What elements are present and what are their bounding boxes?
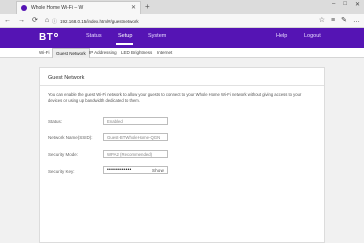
status-label: Status: — [48, 119, 63, 124]
nav-active-indicator — [116, 43, 133, 45]
setup-subnav: Wi-Fi Guest Network IP Addressing LED Br… — [0, 48, 364, 58]
network-name-field[interactable]: Guest-BTWholeHome-QGN — [103, 133, 168, 141]
more-icon[interactable]: … — [353, 16, 360, 26]
page-info-icon[interactable]: ⓘ — [52, 18, 57, 25]
minimize-icon[interactable]: – — [332, 1, 335, 8]
browser-tab[interactable]: Whole Home Wi-Fi – W ✕ — [16, 1, 141, 14]
close-window-icon[interactable]: ✕ — [355, 1, 360, 8]
browser-tab-bar: Whole Home Wi-Fi – W ✕ + – □ ✕ — [0, 0, 364, 14]
status-field[interactable]: Enabled — [103, 117, 168, 125]
subnav-guest-network[interactable]: Guest Network — [52, 48, 90, 58]
nav-status[interactable]: Status — [86, 33, 102, 39]
tab-close-icon[interactable]: ✕ — [131, 4, 136, 11]
new-tab-button[interactable]: + — [145, 2, 150, 11]
security-key-label: Security Key: — [48, 169, 75, 174]
window-controls: – □ ✕ — [332, 1, 360, 8]
subnav-ip-addressing[interactable]: IP Addressing — [89, 50, 117, 55]
hub-icon[interactable]: ≡ — [331, 16, 335, 26]
security-mode-field[interactable]: WPA2 (Recommended) — [103, 150, 168, 158]
forward-icon[interactable]: → — [18, 16, 25, 26]
url-field[interactable]: ⓘ 192.168.0.15/index.html#/guestnetwork — [52, 16, 282, 26]
guest-network-panel: Guest Network You can enable the guest W… — [39, 67, 325, 243]
reload-icon[interactable]: ⟳ — [32, 16, 38, 26]
logo-circle-icon — [54, 33, 59, 37]
nav-help[interactable]: Help — [276, 33, 287, 39]
network-name-label: Network Name(SSID): — [48, 135, 93, 140]
bt-logo[interactable]: BT — [39, 32, 59, 43]
nav-logout[interactable]: Logout — [304, 33, 321, 39]
bt-header: BT Status Setup System Help Logout — [0, 28, 364, 48]
tab-title: Whole Home Wi-Fi – W — [31, 5, 84, 11]
subnav-led-brightness[interactable]: LED Brightness — [121, 50, 152, 55]
maximize-icon[interactable]: □ — [343, 1, 347, 8]
show-key-button[interactable]: Show — [152, 168, 164, 173]
bt-favicon-icon — [21, 5, 27, 11]
security-key-field[interactable]: •••••••••••• Show — [103, 166, 168, 174]
browser-tools: ☆ ≡ ✎ … — [319, 16, 360, 26]
nav-system[interactable]: System — [148, 33, 166, 39]
back-icon[interactable]: ← — [4, 16, 11, 26]
nav-setup[interactable]: Setup — [118, 33, 132, 39]
subnav-wifi[interactable]: Wi-Fi — [39, 50, 50, 55]
panel-divider — [40, 85, 324, 86]
security-mode-label: Security Mode: — [48, 152, 79, 157]
panel-title: Guest Network — [48, 75, 85, 81]
panel-description: You can enable the guest Wi-Fi network t… — [48, 92, 302, 103]
browser-nav: ← → ⟳ ⌂ — [4, 16, 49, 26]
subnav-internet[interactable]: Internet — [157, 50, 172, 55]
favorite-icon[interactable]: ☆ — [319, 16, 325, 26]
home-icon[interactable]: ⌂ — [45, 16, 49, 26]
notes-icon[interactable]: ✎ — [341, 16, 347, 26]
url-text: 192.168.0.15/index.html#/guestnetwork — [60, 18, 139, 24]
address-bar: ← → ⟳ ⌂ ⓘ 192.168.0.15/index.html#/guest… — [0, 14, 364, 28]
